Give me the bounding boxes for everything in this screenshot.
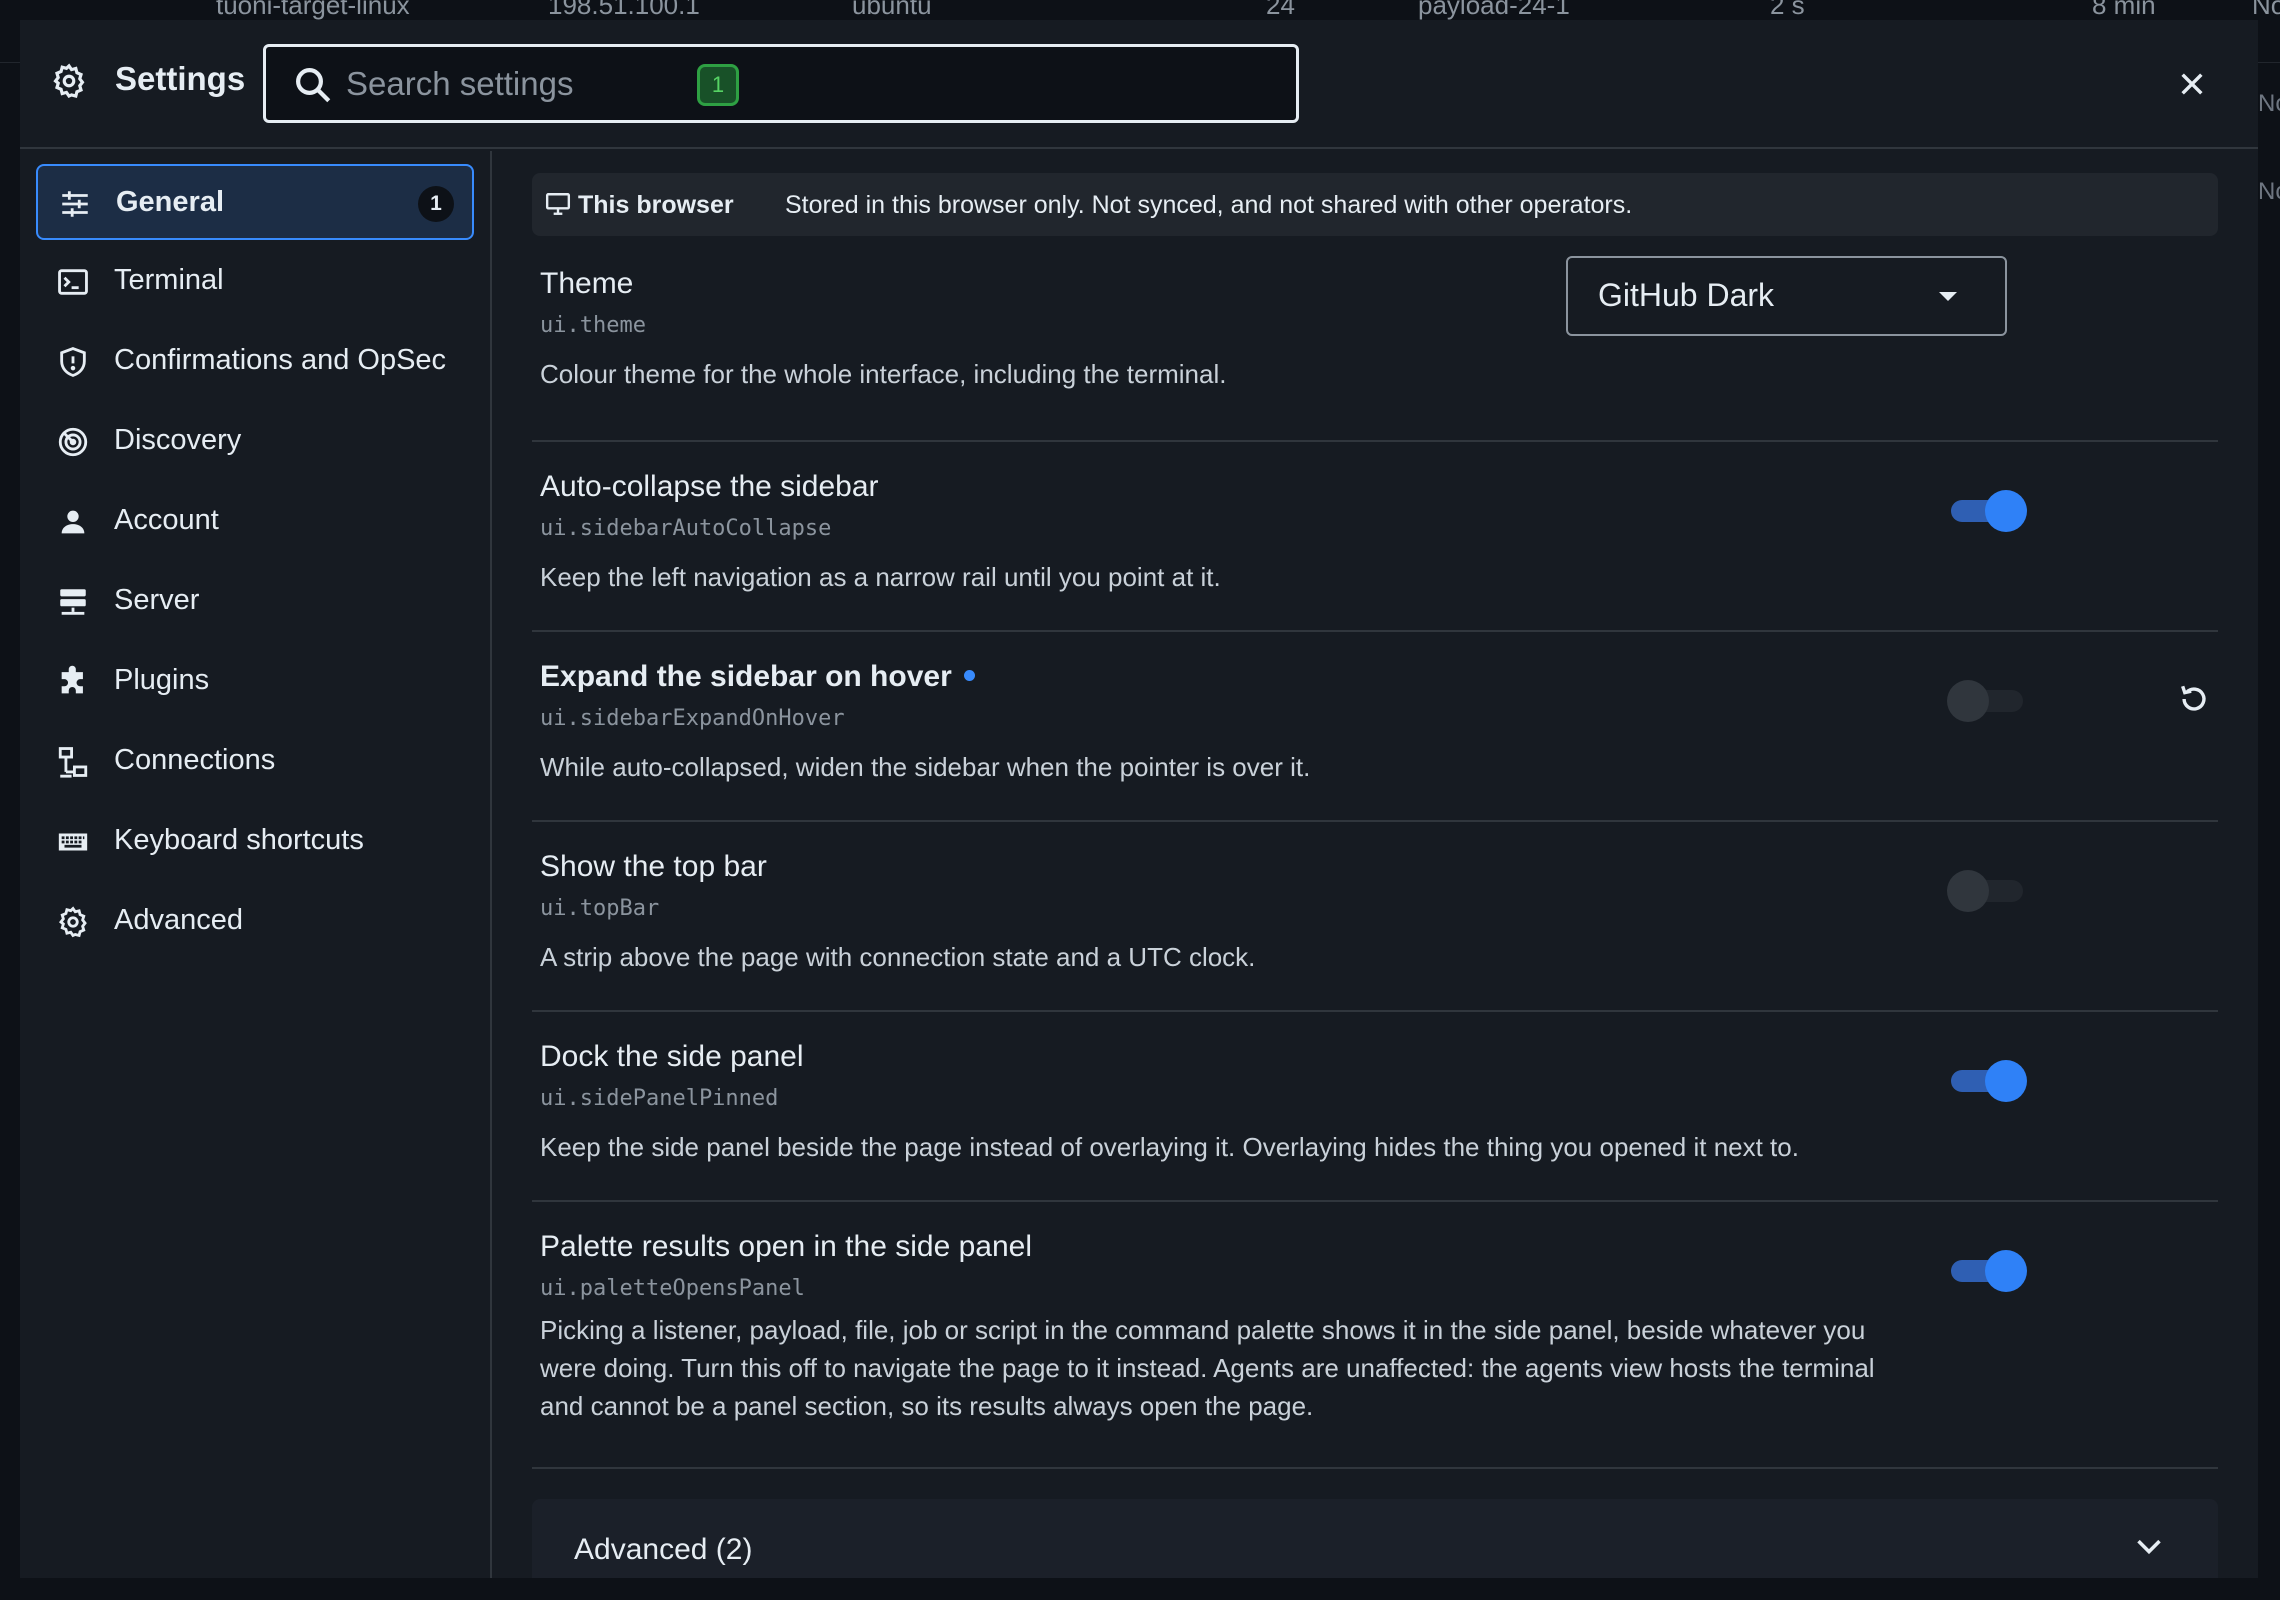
setting-dock-side-panel: Dock the side panel ui.sidePanelPinned K… [532, 1014, 2218, 1202]
bg-cell: 8 min [2092, 0, 2156, 20]
terminal-icon [58, 269, 88, 295]
settings-header: Settings 1 [20, 20, 2258, 149]
setting-name-text: Expand the sidebar on hover [540, 660, 952, 693]
setting-name: Theme [540, 267, 634, 300]
scope-description: Stored in this browser only. Not synced,… [785, 191, 1633, 219]
setting-palette-opens-panel: Palette results open in the side panel u… [532, 1204, 2218, 1469]
scope-banner: This browser Stored in this browser only… [532, 173, 2218, 236]
setting-name: Show the top bar [540, 850, 767, 883]
background-table-row: tuoni-target-linux 198.51.100.1 ubuntu 2… [0, 0, 2280, 22]
gear-icon [53, 63, 85, 99]
sidebar-item-label: Advanced [114, 904, 243, 936]
setting-key: ui.sidebarExpandOnHover [540, 706, 845, 731]
search-box[interactable]: 1 [263, 44, 1299, 123]
bg-cell: No [2258, 90, 2280, 117]
setting-name: Palette results open in the side panel [540, 1230, 1032, 1263]
reset-icon[interactable] [2177, 682, 2211, 716]
sidebar-item-label: Discovery [114, 424, 242, 456]
sidebar-item-terminal[interactable]: Terminal [36, 244, 474, 320]
sidebar-item-label: Plugins [114, 664, 210, 696]
sidebar-item-discovery[interactable]: Discovery [36, 404, 474, 480]
sidebar-item-connections[interactable]: Connections [36, 724, 474, 800]
sidebar-item-account[interactable]: Account [36, 484, 474, 560]
setting-name: Auto-collapse the sidebar [540, 470, 879, 503]
shield-icon [60, 347, 86, 377]
bg-cell: No [2258, 178, 2280, 205]
bg-cell: 2 s [1770, 0, 1805, 20]
sidebar-item-confirmations-opsec[interactable]: Confirmations and OpSec [36, 324, 474, 400]
sidebar-item-label: Server [114, 584, 200, 616]
setting-key: ui.sidePanelPinned [540, 1086, 779, 1111]
sidebar-item-label: Confirmations and OpSec [114, 344, 447, 376]
person-icon [61, 510, 85, 534]
close-icon[interactable] [2176, 68, 2208, 100]
setting-theme: Theme ui.theme Colour theme for the whol… [532, 255, 2218, 442]
setting-name: Dock the side panel [540, 1040, 804, 1073]
sidebar-item-label: General [116, 186, 224, 218]
advanced-section-toggle[interactable]: Advanced (2) [532, 1499, 2218, 1578]
theme-select-value: GitHub Dark [1598, 277, 1775, 313]
setting-description: Keep the left navigation as a narrow rai… [540, 562, 1221, 592]
caret-down-icon [1939, 292, 1957, 301]
sidebar-item-advanced[interactable]: Advanced [36, 884, 474, 960]
sidebar-item-plugins[interactable]: Plugins [36, 644, 474, 720]
toggle-switch[interactable] [1947, 1248, 2027, 1292]
settings-content: This browser Stored in this browser only… [494, 151, 2258, 1578]
keyboard-icon [58, 833, 88, 851]
setting-auto-collapse-sidebar: Auto-collapse the sidebar ui.sidebarAuto… [532, 444, 2218, 632]
search-icon [296, 68, 331, 103]
search-match-count-badge: 1 [697, 64, 739, 106]
theme-select[interactable]: GitHub Dark [1566, 256, 2007, 336]
setting-show-top-bar: Show the top bar ui.topBar A strip above… [532, 824, 2218, 1012]
monitor-icon [545, 193, 571, 215]
sidebar-item-keyboard-shortcuts[interactable]: Keyboard shortcuts [36, 804, 474, 880]
setting-name: Expand the sidebar on hover [540, 660, 975, 694]
setting-expand-sidebar-on-hover: Expand the sidebar on hover ui.sidebarEx… [532, 634, 2218, 822]
advanced-section-label: Advanced (2) [574, 1533, 753, 1566]
setting-key: ui.theme [540, 313, 646, 338]
search-input[interactable] [346, 55, 1246, 113]
bg-cell: 198.51.100.1 [548, 0, 700, 20]
sidebar-item-general[interactable]: General 1 [36, 164, 474, 240]
setting-key: ui.paletteOpensPanel [540, 1276, 805, 1301]
dialog-title: Settings [115, 60, 246, 97]
sidebar-item-label: Account [114, 504, 219, 536]
sidebar-item-label: Terminal [114, 264, 224, 296]
sidebar-item-label: Keyboard shortcuts [114, 824, 364, 856]
modified-dot-icon [963, 669, 975, 681]
sliders-icon [62, 191, 88, 217]
gear-icon [58, 906, 87, 938]
bg-cell: tuoni-target-linux [216, 0, 410, 20]
network-icon [58, 747, 88, 778]
bg-cell: No [2252, 0, 2280, 20]
setting-key: ui.topBar [540, 896, 660, 921]
toggle-switch[interactable] [1947, 678, 2027, 722]
toggle-switch[interactable] [1947, 488, 2027, 532]
puzzle-icon [61, 665, 83, 694]
sidebar-item-label: Connections [114, 744, 276, 776]
chevron-down-icon [2137, 1539, 2161, 1555]
setting-description: While auto-collapsed, widen the sidebar … [540, 752, 1311, 782]
bg-cell: 24 [1266, 0, 1295, 20]
setting-description: Picking a listener, payload, file, job o… [540, 1315, 1875, 1421]
setting-description: Colour theme for the whole interface, in… [540, 359, 1227, 389]
setting-key: ui.sidebarAutoCollapse [540, 516, 832, 541]
toggle-switch[interactable] [1947, 1058, 2027, 1102]
match-count-badge: 1 [418, 186, 454, 222]
bg-cell: payload-24-1 [1418, 0, 1570, 20]
setting-description: Keep the side panel beside the page inst… [540, 1132, 1799, 1162]
settings-dialog: Settings 1 General 1 Terminal [20, 20, 2258, 1578]
scope-title: This browser [578, 191, 734, 219]
sidebar-item-server[interactable]: Server [36, 564, 474, 640]
setting-description: A strip above the page with connection s… [540, 942, 1256, 972]
toggle-switch[interactable] [1947, 868, 2027, 912]
server-icon [60, 589, 86, 615]
radar-icon [58, 427, 88, 457]
settings-sidebar: General 1 Terminal Confirmations and OpS… [20, 151, 492, 1578]
bg-cell: ubuntu [852, 0, 932, 20]
